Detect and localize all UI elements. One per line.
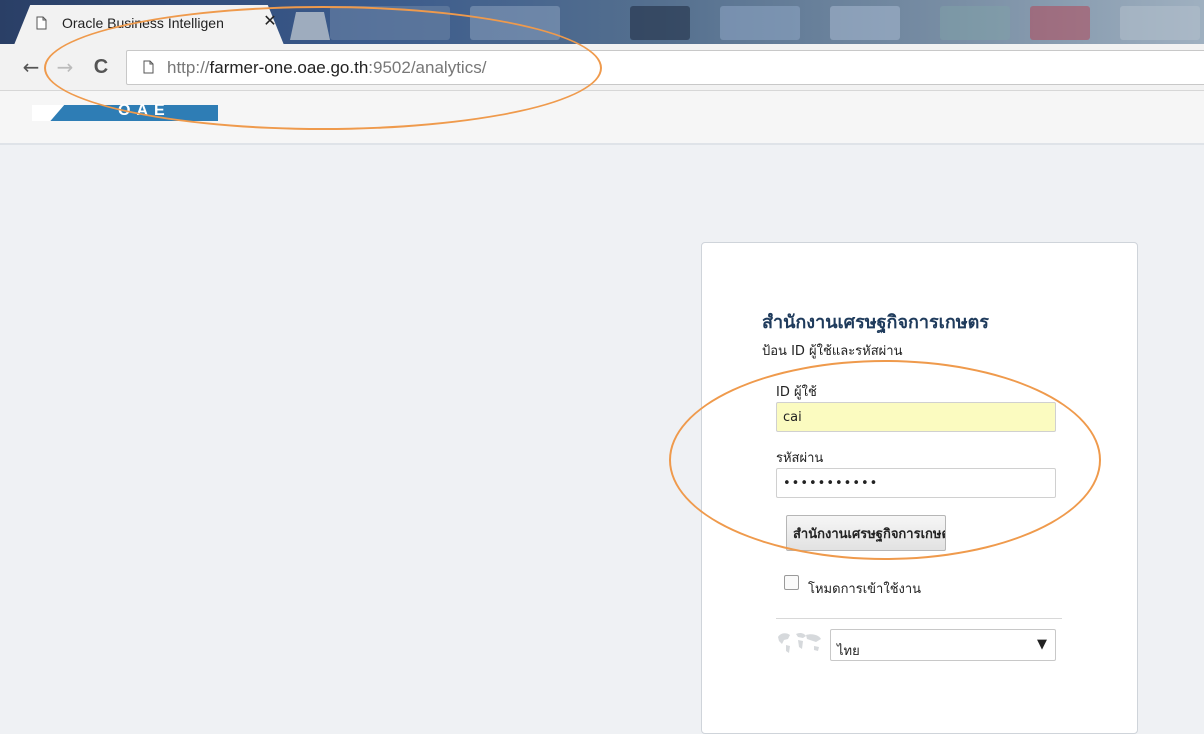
reload-button[interactable]: C bbox=[88, 54, 114, 80]
divider bbox=[776, 618, 1062, 619]
world-map-icon bbox=[778, 632, 821, 653]
oae-logo: OAE bbox=[32, 102, 218, 121]
sign-in-button[interactable]: สำนักงานเศรษฐกิจการเกษตร bbox=[786, 515, 946, 551]
password-input[interactable] bbox=[776, 468, 1056, 498]
login-instructions: ป้อน ID ผู้ใช้และรหัสผ่าน bbox=[762, 344, 903, 359]
url-text: http://farmer-one.oae.go.th:9502/analyti… bbox=[167, 58, 486, 78]
url-scheme: http:// bbox=[167, 58, 210, 77]
browser-toolbar: ← → C http://farmer-one.oae.go.th:9502/a… bbox=[0, 44, 1204, 91]
accessibility-mode-checkbox[interactable] bbox=[784, 575, 799, 590]
password-label: รหัสผ่าน bbox=[776, 451, 824, 466]
app-header: OAE bbox=[0, 91, 1204, 145]
back-button[interactable]: ← bbox=[18, 54, 44, 80]
new-tab-button[interactable] bbox=[290, 12, 330, 40]
organization-title: สำนักงานเศรษฐกิจการเกษตร bbox=[762, 312, 989, 333]
user-id-input[interactable] bbox=[776, 402, 1056, 432]
page-icon bbox=[143, 60, 154, 74]
page-icon bbox=[36, 16, 47, 30]
address-bar[interactable]: http://farmer-one.oae.go.th:9502/analyti… bbox=[126, 50, 1204, 85]
logo-swoosh bbox=[32, 105, 65, 121]
user-id-label: ID ผู้ใช้ bbox=[776, 385, 817, 400]
login-panel: สำนักงานเศรษฐกิจการเกษตร ป้อน ID ผู้ใช้แ… bbox=[701, 242, 1138, 734]
tab-title: Oracle Business Intelligen bbox=[62, 15, 224, 31]
accessibility-mode-label: โหมดการเข้าใช้งาน bbox=[808, 582, 922, 597]
browser-tab-strip: Oracle Business Intelligen ✕ bbox=[0, 0, 1204, 44]
language-select[interactable]: ไทย ▼ bbox=[830, 629, 1056, 661]
language-value: ไทย bbox=[837, 644, 860, 659]
close-tab-icon[interactable]: ✕ bbox=[262, 13, 278, 31]
logo-text: OAE bbox=[118, 102, 171, 119]
url-path: :9502/analytics/ bbox=[368, 58, 487, 77]
url-host: farmer-one.oae.go.th bbox=[209, 58, 369, 77]
chevron-down-icon: ▼ bbox=[1037, 637, 1047, 652]
forward-button[interactable]: → bbox=[52, 54, 78, 80]
